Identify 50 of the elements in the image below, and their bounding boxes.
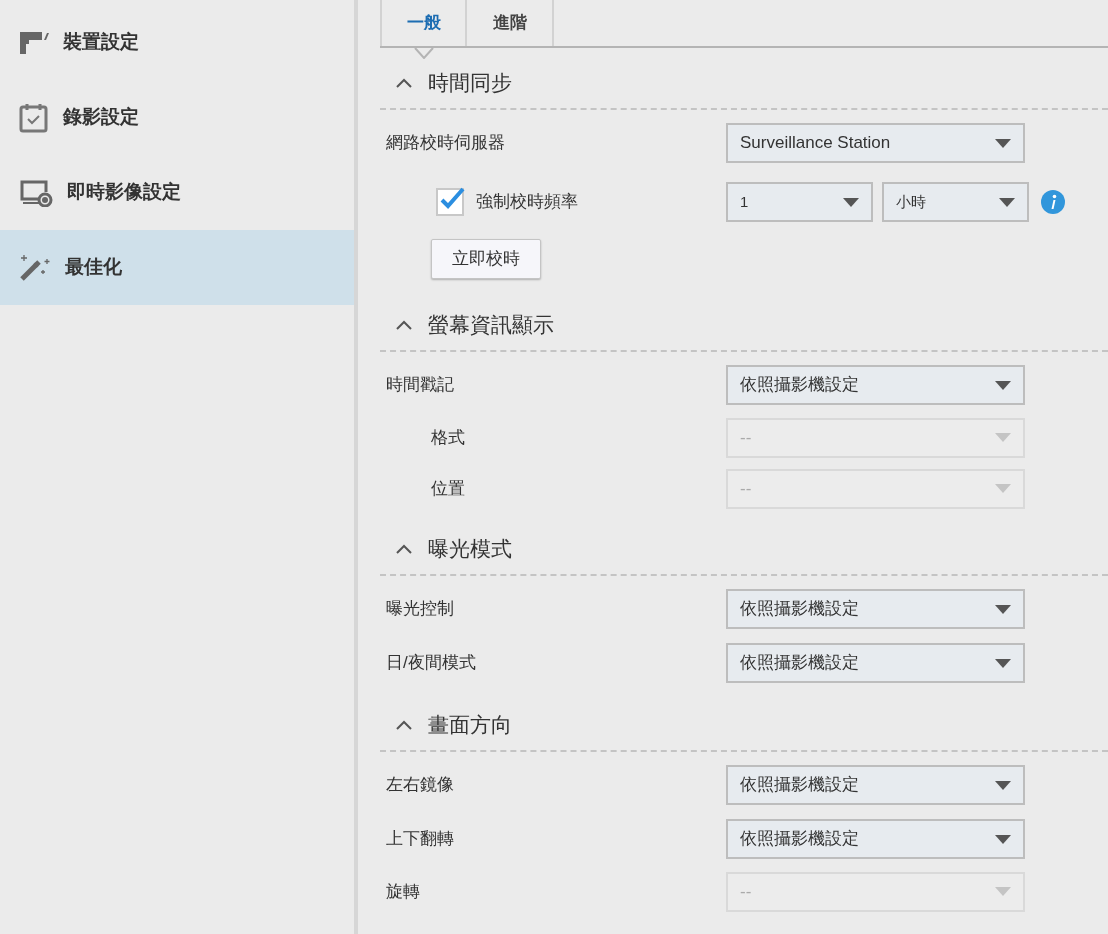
caret-icon bbox=[995, 433, 1011, 442]
sidebar-item[interactable]: 裝置設定 bbox=[0, 5, 354, 80]
dropdown[interactable]: 依照攝影機設定 bbox=[726, 365, 1025, 405]
field-label: 格式 bbox=[430, 426, 466, 449]
field-label: 網路校時伺服器 bbox=[386, 132, 506, 155]
tab[interactable]: 一般 bbox=[380, 0, 467, 46]
field-label: 時間戳記 bbox=[386, 374, 455, 397]
field-label: 上下翻轉 bbox=[386, 828, 455, 851]
field-label: 日/夜間模式 bbox=[386, 652, 477, 675]
field-label: 曝光控制 bbox=[386, 598, 455, 621]
monitor-camera-icon bbox=[19, 178, 53, 207]
section-header[interactable]: 曝光模式 bbox=[380, 524, 1108, 576]
magic-wand-icon bbox=[19, 253, 51, 282]
dropdown[interactable]: 小時 bbox=[881, 182, 1029, 222]
field-label: 強制校時頻率 bbox=[476, 191, 579, 214]
section-header[interactable]: 時間同步 bbox=[380, 58, 1108, 110]
section-header[interactable]: 螢幕資訊顯示 bbox=[380, 300, 1108, 352]
chevron-icon bbox=[396, 544, 412, 554]
caret-icon bbox=[995, 834, 1011, 844]
caret-icon bbox=[995, 658, 1011, 668]
caret-icon bbox=[995, 484, 1011, 493]
info-icon[interactable] bbox=[1041, 190, 1066, 214]
dropdown[interactable]: 依照攝影機設定 bbox=[726, 589, 1025, 629]
calendar-check-icon bbox=[19, 102, 49, 133]
caret-icon bbox=[995, 887, 1011, 896]
caret-icon bbox=[995, 138, 1011, 148]
tab[interactable]: 進階 bbox=[467, 0, 554, 46]
field-label: 位置 bbox=[430, 477, 466, 500]
chevron-icon bbox=[396, 78, 412, 88]
caret-icon bbox=[998, 197, 1015, 207]
dropdown[interactable]: 依照攝影機設定 bbox=[726, 765, 1025, 805]
caret-icon bbox=[843, 197, 859, 207]
sync-now-button[interactable]: 立即校時 bbox=[431, 239, 541, 279]
field-label: 旋轉 bbox=[386, 880, 421, 903]
sidebar-item[interactable]: 錄影設定 bbox=[0, 80, 354, 155]
checkbox[interactable] bbox=[436, 188, 464, 216]
dropdown[interactable]: 1 bbox=[726, 182, 873, 222]
caret-icon bbox=[995, 604, 1011, 614]
caret-icon bbox=[995, 780, 1011, 790]
caret-icon bbox=[995, 380, 1011, 390]
sidebar-item[interactable]: 即時影像設定 bbox=[0, 155, 354, 230]
chevron-icon bbox=[396, 320, 412, 330]
chevron-icon bbox=[396, 720, 412, 730]
field-label: 左右鏡像 bbox=[386, 774, 455, 797]
dropdown[interactable]: 依照攝影機設定 bbox=[726, 643, 1025, 683]
section-header[interactable]: 畫面方向 bbox=[380, 700, 1108, 752]
dropdown[interactable]: 依照攝影機設定 bbox=[726, 819, 1025, 859]
sidebar-item[interactable]: 最佳化 bbox=[0, 230, 354, 305]
dropdown[interactable]: Surveillance Station bbox=[726, 123, 1025, 163]
camera-icon bbox=[19, 30, 49, 55]
